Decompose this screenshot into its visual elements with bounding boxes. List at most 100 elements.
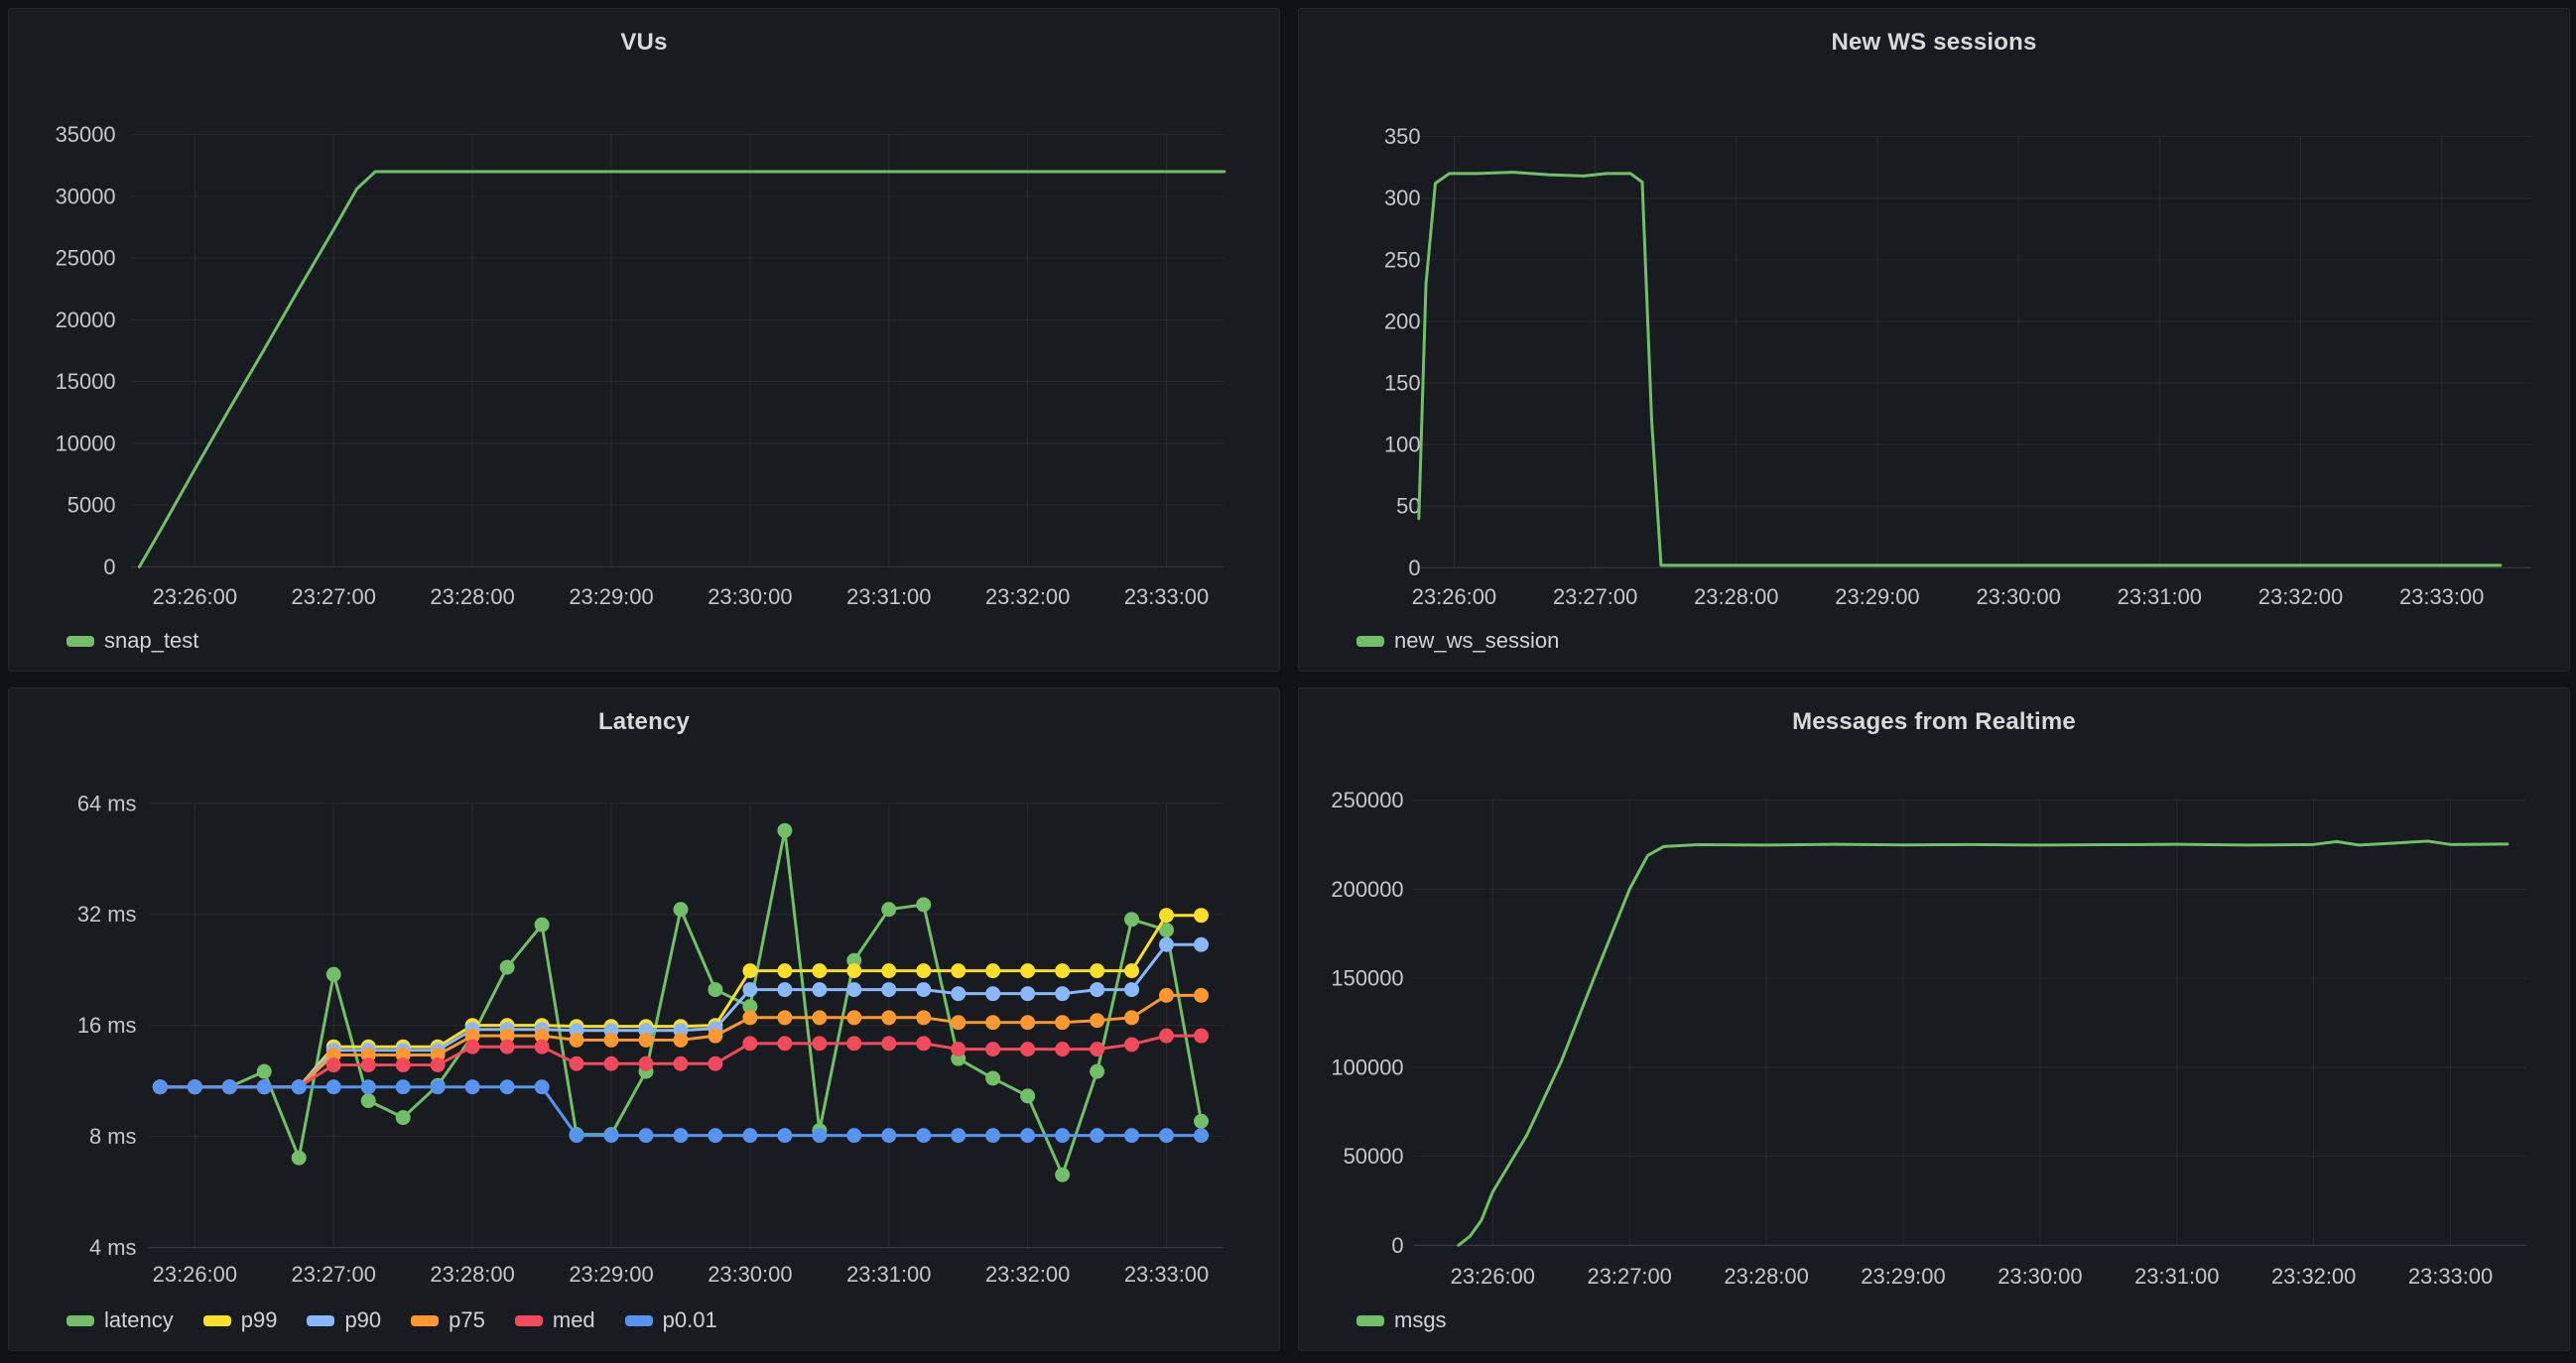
y-tick-label: 15000	[56, 369, 116, 394]
grid-lines	[131, 135, 1224, 567]
data-point	[1090, 1042, 1104, 1056]
legend-item-p0.01[interactable]: p0.01	[625, 1307, 717, 1333]
legend-item-snap_test[interactable]: snap_test	[66, 628, 198, 654]
data-point	[1194, 1029, 1209, 1044]
x-tick-label: 23:26:00	[1451, 1264, 1535, 1289]
legend-label: msgs	[1394, 1307, 1447, 1333]
data-point	[1159, 937, 1174, 952]
data-point	[1090, 963, 1104, 978]
data-point	[639, 1056, 654, 1071]
legend-item-p99[interactable]: p99	[203, 1307, 278, 1333]
data-point	[396, 1110, 411, 1125]
data-point	[257, 1079, 272, 1094]
data-point	[951, 1015, 966, 1030]
y-tick-label: 35000	[56, 122, 116, 147]
y-tick-label: 0	[1391, 1233, 1403, 1258]
data-point	[1055, 1128, 1070, 1143]
data-point	[535, 1040, 550, 1054]
data-point	[1020, 1042, 1035, 1056]
latency-chart-canvas[interactable]: 4 ms8 ms16 ms32 ms64 ms23:26:0023:27:002…	[9, 688, 1279, 1350]
x-tick-label: 23:28:00	[430, 1262, 514, 1287]
y-axis-labels: 05000100001500020000250003000035000	[56, 122, 116, 579]
y-tick-label: 250	[1384, 247, 1421, 272]
data-point	[292, 1151, 307, 1166]
data-point	[1020, 1128, 1035, 1143]
y-tick-label: 350	[1384, 124, 1421, 149]
data-point	[570, 1128, 584, 1143]
x-tick-label: 23:33:00	[1124, 584, 1209, 609]
legend-item-med[interactable]: med	[515, 1307, 595, 1333]
series-line-latency	[160, 830, 1201, 1175]
data-point	[326, 1057, 341, 1072]
data-point	[1020, 1015, 1035, 1030]
messages-chart-canvas[interactable]: 05000010000015000020000025000023:26:0023…	[1299, 688, 2569, 1350]
panel-latency: Latency 4 ms8 ms16 ms32 ms64 ms23:26:002…	[8, 687, 1280, 1351]
data-point	[500, 1040, 515, 1054]
data-point	[535, 1079, 550, 1094]
x-tick-label: 23:28:00	[430, 584, 514, 609]
legend-item-latency[interactable]: latency	[66, 1307, 174, 1333]
data-point	[812, 1010, 827, 1025]
data-point	[708, 1056, 722, 1071]
data-point	[1090, 1128, 1104, 1143]
data-point	[777, 1128, 792, 1143]
x-axis-labels: 23:26:0023:27:0023:28:0023:29:0023:30:00…	[1412, 584, 2485, 609]
legend-item-p90[interactable]: p90	[307, 1307, 381, 1333]
new-ws-sessions-chart-canvas[interactable]: 05010015020025030035023:26:0023:27:0023:…	[1299, 9, 2569, 671]
y-tick-label: 0	[1408, 556, 1420, 580]
data-point	[777, 823, 792, 838]
data-point	[1194, 988, 1209, 1003]
legend-label: p0.01	[663, 1307, 717, 1333]
data-point	[1090, 1013, 1104, 1028]
data-point	[465, 1079, 480, 1094]
data-point	[1124, 912, 1139, 927]
data-point	[881, 902, 896, 917]
x-tick-label: 23:26:00	[1412, 584, 1496, 609]
y-axis-labels: 4 ms8 ms16 ms32 ms64 ms	[77, 791, 137, 1260]
legend-label: p90	[344, 1307, 381, 1333]
legend-label: p75	[449, 1307, 485, 1333]
x-tick-label: 23:30:00	[1997, 1264, 2082, 1289]
data-point	[1055, 986, 1070, 1001]
data-point	[916, 963, 931, 978]
legend-item-msgs[interactable]: msgs	[1356, 1307, 1447, 1333]
series-line-msgs	[1459, 841, 2508, 1245]
data-point	[1090, 982, 1104, 997]
x-tick-label: 23:27:00	[1588, 1264, 1672, 1289]
data-point	[153, 1079, 168, 1094]
data-point	[846, 1036, 861, 1051]
new-ws-sessions-legend: new_ws_session	[1356, 624, 1559, 658]
data-point	[742, 1128, 757, 1143]
vus-chart-canvas[interactable]: 05000100001500020000250003000035000 23:26…	[9, 9, 1279, 671]
x-tick-label: 23:26:00	[153, 584, 237, 609]
x-tick-label: 23:32:00	[2271, 1264, 2356, 1289]
data-point	[1020, 963, 1035, 978]
data-point	[1055, 1015, 1070, 1030]
data-point	[674, 902, 689, 917]
legend-item-p75[interactable]: p75	[411, 1307, 485, 1333]
data-point	[674, 1033, 689, 1048]
data-point	[292, 1079, 307, 1094]
data-point	[985, 1071, 1000, 1086]
y-tick-label: 4 ms	[89, 1235, 137, 1260]
legend-item-new_ws_session[interactable]: new_ws_session	[1356, 628, 1559, 654]
data-point	[257, 1064, 272, 1079]
data-point	[951, 1042, 966, 1056]
y-tick-label: 150000	[1331, 966, 1403, 991]
data-point	[570, 1056, 584, 1071]
data-point	[812, 1128, 827, 1143]
data-point	[742, 1010, 757, 1025]
data-point	[674, 1128, 689, 1143]
data-point	[812, 963, 827, 978]
y-tick-label: 100000	[1331, 1054, 1403, 1079]
data-point	[1090, 1064, 1104, 1079]
latency-legend: latency p99 p90 p75 med p0.01	[66, 1303, 717, 1337]
data-point	[1194, 937, 1209, 952]
data-point	[1159, 908, 1174, 923]
x-tick-label: 23:33:00	[2408, 1264, 2493, 1289]
data-point	[985, 1042, 1000, 1056]
y-axis-labels: 050100150200250300350	[1384, 124, 1421, 580]
data-point	[222, 1079, 237, 1094]
x-tick-label: 23:29:00	[569, 1262, 653, 1287]
data-point	[846, 1010, 861, 1025]
